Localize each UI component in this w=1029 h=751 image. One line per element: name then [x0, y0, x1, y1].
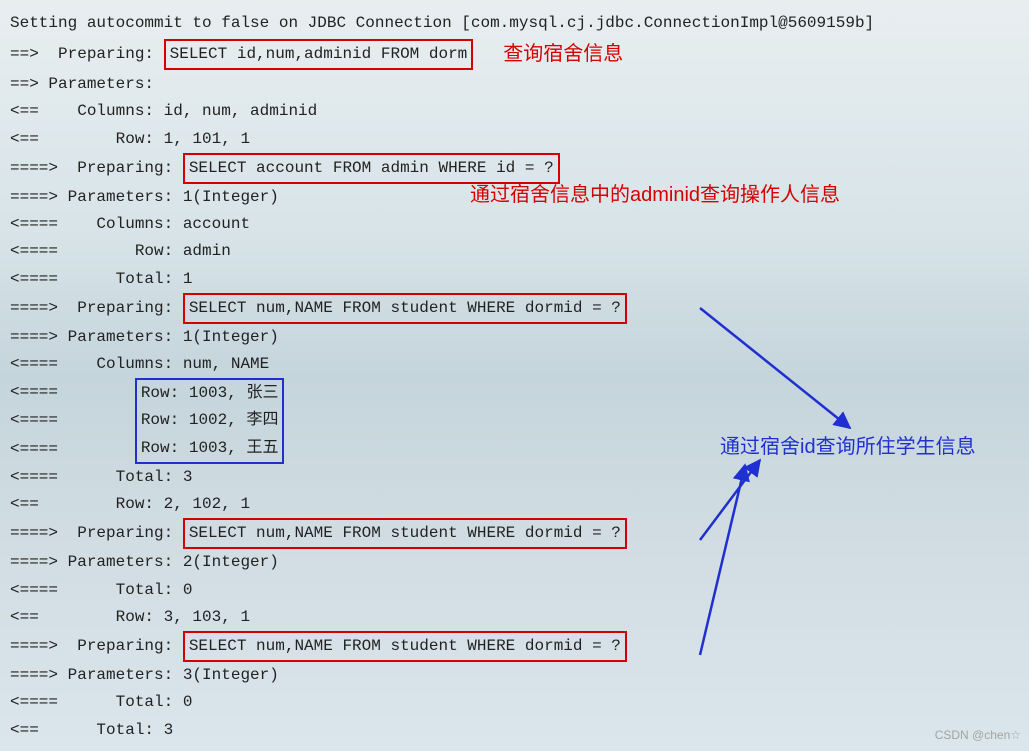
log-text: <== Row: 2, 102, 1: [10, 491, 250, 518]
log-line: ====> Parameters: 3(Integer): [10, 662, 1019, 689]
log-text: <== Total: 3: [10, 717, 173, 744]
log-prefix: ====> Preparing:: [10, 155, 183, 182]
log-prefix: ====> Preparing:: [10, 520, 183, 547]
log-line: Setting autocommit to false on JDBC Conn…: [10, 10, 1019, 37]
log-text: <==== Total: 0: [10, 577, 192, 604]
log-text: <==== Columns: account: [10, 211, 250, 238]
sql-select-student-1: SELECT num,NAME FROM student WHERE dormi…: [183, 293, 627, 324]
annotation-student-lookup: 通过宿舍id查询所住学生信息: [720, 430, 976, 464]
log-text: ====> Parameters: 3(Integer): [10, 662, 279, 689]
row-prefix: <====: [10, 436, 135, 463]
log-text: <== Row: 1, 101, 1: [10, 126, 250, 153]
annotation-query-dorm: 查询宿舍信息: [503, 37, 623, 71]
log-line: ==> Parameters:: [10, 71, 1019, 98]
log-line: <== Row: 3, 103, 1: [10, 604, 1019, 631]
log-line: ====> Parameters: 2(Integer): [10, 549, 1019, 576]
log-line: <==== Columns: account: [10, 211, 1019, 238]
log-text: <== Row: 3, 103, 1: [10, 604, 250, 631]
log-line: <== Total: 3: [10, 717, 1019, 744]
log-line: <==== Total: 1: [10, 266, 1019, 293]
log-prefix: ==> Preparing:: [10, 41, 164, 68]
log-prefix: ====> Preparing:: [10, 295, 183, 322]
log-line-row: <==== Row: 1003, 张三: [10, 378, 1019, 407]
log-line: <==== Row: admin: [10, 238, 1019, 265]
sql-select-dorm: SELECT id,num,adminid FROM dorm: [164, 39, 474, 70]
sql-select-student-3: SELECT num,NAME FROM student WHERE dormi…: [183, 631, 627, 662]
log-line: <== Row: 1, 101, 1: [10, 126, 1019, 153]
log-line-preparing: ====> Preparing: SELECT num,NAME FROM st…: [10, 293, 1019, 324]
log-text: <==== Total: 0: [10, 689, 192, 716]
log-line: <== Row: 2, 102, 1: [10, 491, 1019, 518]
log-text: <==== Total: 3: [10, 464, 192, 491]
log-text: Setting autocommit to false on JDBC Conn…: [10, 10, 874, 37]
log-line-preparing: ====> Preparing: SELECT num,NAME FROM st…: [10, 518, 1019, 549]
student-row: Row: 1002, 李四: [135, 407, 285, 434]
row-prefix: <====: [10, 407, 135, 434]
log-prefix: ====> Preparing:: [10, 633, 183, 660]
log-line: <==== Total: 3: [10, 464, 1019, 491]
log-text: ====> Parameters: 1(Integer): [10, 184, 279, 211]
log-text: <==== Columns: num, NAME: [10, 351, 269, 378]
log-text: ====> Parameters: 2(Integer): [10, 549, 279, 576]
student-row: Row: 1003, 王五: [135, 435, 285, 464]
log-text: <==== Total: 1: [10, 266, 192, 293]
watermark: CSDN @chen☆: [935, 725, 1021, 745]
log-line-preparing: ====> Preparing: SELECT num,NAME FROM st…: [10, 631, 1019, 662]
log-line: <==== Total: 0: [10, 689, 1019, 716]
log-text: ====> Parameters: 1(Integer): [10, 324, 279, 351]
log-line: <== Columns: id, num, adminid: [10, 98, 1019, 125]
log-line-preparing: ==> Preparing: SELECT id,num,adminid FRO…: [10, 37, 1019, 71]
row-prefix: <====: [10, 379, 135, 406]
log-line: ====> Parameters: 1(Integer): [10, 324, 1019, 351]
annotation-admin-lookup: 通过宿舍信息中的adminid查询操作人信息: [470, 178, 840, 212]
log-text: ==> Parameters:: [10, 71, 164, 98]
sql-select-student-2: SELECT num,NAME FROM student WHERE dormi…: [183, 518, 627, 549]
log-line: <==== Total: 0: [10, 577, 1019, 604]
log-text: <==== Row: admin: [10, 238, 231, 265]
log-line: <==== Columns: num, NAME: [10, 351, 1019, 378]
student-row: Row: 1003, 张三: [135, 378, 285, 407]
log-text: <== Columns: id, num, adminid: [10, 98, 317, 125]
